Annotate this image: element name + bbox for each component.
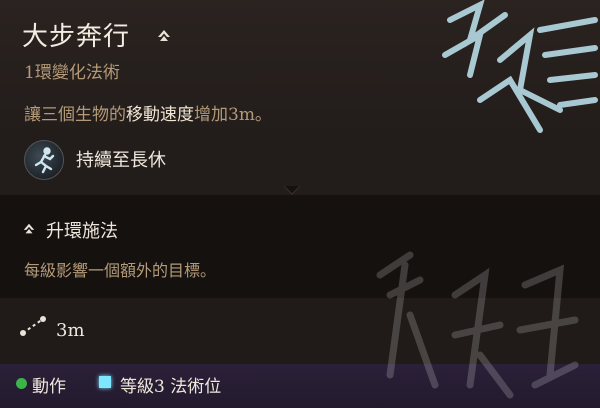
action-dot-icon <box>16 378 27 389</box>
running-figure-icon <box>24 140 64 180</box>
spell-rune-art <box>442 0 598 133</box>
spell-range: 3m <box>56 320 85 341</box>
action-cost-label: 動作 <box>32 377 66 397</box>
spell-description: 讓三個生物的移動速度增加3m。 <box>24 100 272 125</box>
spell-school-level: 1環變化法術 <box>24 63 120 83</box>
desc-highlight: 移動速度 <box>126 105 194 125</box>
upcast-description: 每級影響一個額外的目標。 <box>24 261 217 280</box>
upcast-icon <box>23 223 35 234</box>
spell-slot-icon <box>99 376 111 388</box>
spell-duration: 持續至長休 <box>76 150 166 171</box>
range-icon <box>20 316 46 336</box>
upcast-chevron-icon <box>158 30 170 41</box>
spell-title: 大步奔行 <box>22 22 131 52</box>
desc-prefix: 讓三個生物的 <box>24 105 126 125</box>
upcast-title: 升環施法 <box>46 221 118 242</box>
desc-suffix: 增加3m。 <box>194 105 272 125</box>
spell-tooltip: 大步奔行 1環變化法術 讓三個生物的移動速度增加3m。 持續至長休 升環施法 每… <box>0 0 600 408</box>
spell-slot-label: 等級3 法術位 <box>120 377 222 397</box>
watermark-logo <box>376 251 579 399</box>
